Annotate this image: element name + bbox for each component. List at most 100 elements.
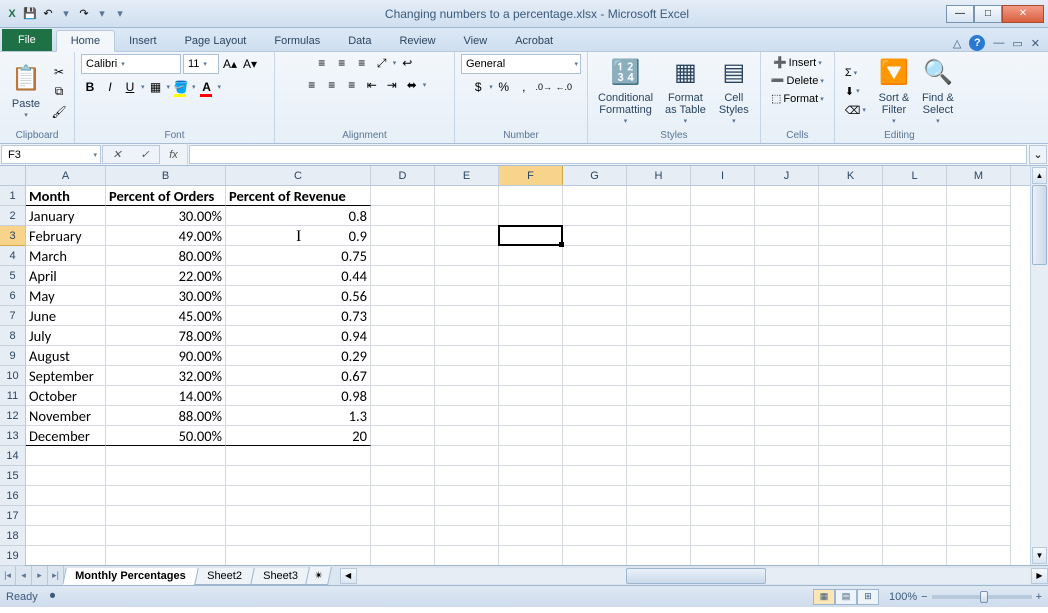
cell-J9[interactable] <box>755 346 819 366</box>
cell-C13[interactable]: 20 <box>226 426 371 446</box>
cell-M8[interactable] <box>947 326 1011 346</box>
scroll-track[interactable] <box>357 568 1031 584</box>
cell-C15[interactable] <box>226 466 371 486</box>
cell-H2[interactable] <box>627 206 691 226</box>
cell-L11[interactable] <box>883 386 947 406</box>
cell-M19[interactable] <box>947 546 1011 565</box>
prev-sheet-icon[interactable]: ◂ <box>16 566 32 585</box>
cell-F7[interactable] <box>499 306 563 326</box>
cell-I1[interactable] <box>691 186 755 206</box>
row-header-5[interactable]: 5 <box>0 266 25 286</box>
cell-H14[interactable] <box>627 446 691 466</box>
cell-D7[interactable] <box>371 306 435 326</box>
minimize-ribbon-icon[interactable]: △ <box>953 37 961 50</box>
row-header-10[interactable]: 10 <box>0 366 25 386</box>
tab-acrobat[interactable]: Acrobat <box>501 31 567 51</box>
cell-A17[interactable] <box>26 506 106 526</box>
cell-E4[interactable] <box>435 246 499 266</box>
column-header-F[interactable]: F <box>499 166 563 185</box>
cell-D15[interactable] <box>371 466 435 486</box>
cell-A12[interactable]: November <box>26 406 106 426</box>
row-header-3[interactable]: 3 <box>0 226 25 246</box>
border-icon[interactable]: ▦ <box>147 78 165 96</box>
cell-E5[interactable] <box>435 266 499 286</box>
sheet-tab[interactable]: Sheet2 <box>194 568 254 585</box>
zoom-level[interactable]: 100% <box>889 591 917 603</box>
cell-J15[interactable] <box>755 466 819 486</box>
comma-icon[interactable]: , <box>515 78 533 96</box>
fill-button[interactable]: ⬇▾ <box>841 83 870 100</box>
cell-J1[interactable] <box>755 186 819 206</box>
tab-view[interactable]: View <box>450 31 502 51</box>
cell-K11[interactable] <box>819 386 883 406</box>
horizontal-scrollbar[interactable]: ◀ ▶ <box>340 566 1048 585</box>
sort-filter-button[interactable]: 🔽Sort & Filter▾ <box>874 56 914 128</box>
font-color-icon[interactable]: A <box>198 78 216 96</box>
cell-L5[interactable] <box>883 266 947 286</box>
column-header-G[interactable]: G <box>563 166 627 185</box>
chevron-down-icon[interactable]: ▾ <box>423 81 427 89</box>
cell-B3[interactable]: 49.00% <box>106 226 226 246</box>
cell-A10[interactable]: September <box>26 366 106 386</box>
cell-L16[interactable] <box>883 486 947 506</box>
cell-D11[interactable] <box>371 386 435 406</box>
cell-E9[interactable] <box>435 346 499 366</box>
cell-I17[interactable] <box>691 506 755 526</box>
row-header-14[interactable]: 14 <box>0 446 25 466</box>
cell-B12[interactable]: 88.00% <box>106 406 226 426</box>
cell-H16[interactable] <box>627 486 691 506</box>
scroll-down-icon[interactable]: ▼ <box>1032 547 1047 564</box>
cell-M16[interactable] <box>947 486 1011 506</box>
cell-M7[interactable] <box>947 306 1011 326</box>
cell-C16[interactable] <box>226 486 371 506</box>
zoom-slider[interactable] <box>932 595 1032 599</box>
cell-E14[interactable] <box>435 446 499 466</box>
cell-styles-button[interactable]: ▤Cell Styles▾ <box>714 56 754 128</box>
cell-L19[interactable] <box>883 546 947 565</box>
format-as-table-button[interactable]: ▦Format as Table▾ <box>661 56 710 128</box>
cell-D2[interactable] <box>371 206 435 226</box>
decrease-indent-icon[interactable]: ⇤ <box>363 76 381 94</box>
cell-C9[interactable]: 0.29 <box>226 346 371 366</box>
tab-formulas[interactable]: Formulas <box>260 31 334 51</box>
cell-B6[interactable]: 30.00% <box>106 286 226 306</box>
cell-C1[interactable]: Percent of Revenue <box>226 186 371 206</box>
cell-M1[interactable] <box>947 186 1011 206</box>
cell-A7[interactable]: June <box>26 306 106 326</box>
cell-F4[interactable] <box>499 246 563 266</box>
cell-K3[interactable] <box>819 226 883 246</box>
row-header-1[interactable]: 1 <box>0 186 25 206</box>
merge-center-icon[interactable]: ⬌ <box>403 76 421 94</box>
cell-B14[interactable] <box>106 446 226 466</box>
cell-H15[interactable] <box>627 466 691 486</box>
cell-A18[interactable] <box>26 526 106 546</box>
copy-icon[interactable]: ⧉ <box>50 83 68 101</box>
cell-H3[interactable] <box>627 226 691 246</box>
cell-L13[interactable] <box>883 426 947 446</box>
format-cells-button[interactable]: ⬚Format▾ <box>767 90 828 107</box>
number-format-combo[interactable]: General▾ <box>461 54 581 74</box>
row-header-11[interactable]: 11 <box>0 386 25 406</box>
cell-D13[interactable] <box>371 426 435 446</box>
window-close-icon[interactable]: ✕ <box>1031 37 1040 50</box>
tab-review[interactable]: Review <box>385 31 449 51</box>
row-header-12[interactable]: 12 <box>0 406 25 426</box>
cell-J16[interactable] <box>755 486 819 506</box>
scroll-up-icon[interactable]: ▲ <box>1032 167 1047 184</box>
cell-A6[interactable]: May <box>26 286 106 306</box>
undo-dropdown-icon[interactable]: ▾ <box>58 6 74 22</box>
cell-G14[interactable] <box>563 446 627 466</box>
cell-L3[interactable] <box>883 226 947 246</box>
cell-K17[interactable] <box>819 506 883 526</box>
cell-K14[interactable] <box>819 446 883 466</box>
cell-D12[interactable] <box>371 406 435 426</box>
cell-E19[interactable] <box>435 546 499 565</box>
cell-L2[interactable] <box>883 206 947 226</box>
cell-I14[interactable] <box>691 446 755 466</box>
cell-J8[interactable] <box>755 326 819 346</box>
cell-E17[interactable] <box>435 506 499 526</box>
cell-D17[interactable] <box>371 506 435 526</box>
cell-K5[interactable] <box>819 266 883 286</box>
cell-L14[interactable] <box>883 446 947 466</box>
cell-H17[interactable] <box>627 506 691 526</box>
